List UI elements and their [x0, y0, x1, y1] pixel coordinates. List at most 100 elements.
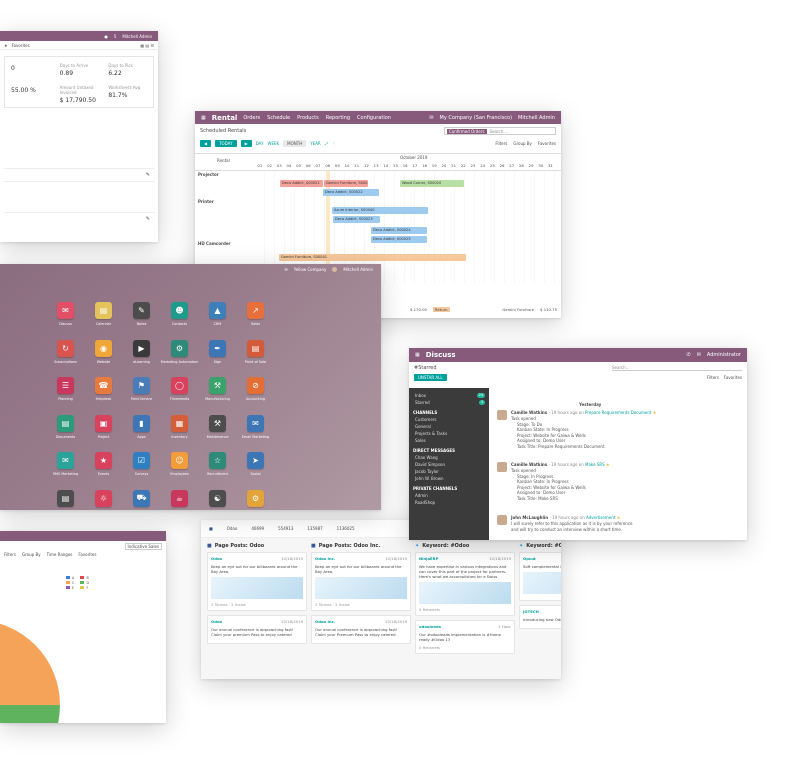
record-link[interactable]: Advertisement [586, 515, 615, 520]
app-timesheets[interactable]: ◯ Timesheets [170, 377, 189, 401]
events-icon[interactable]: ★ [95, 452, 112, 469]
sidebar-dm[interactable]: David Simpson [415, 462, 485, 467]
post-card[interactable]: JOTECH Introducing new Odoo... [519, 605, 561, 629]
legend-item[interactable]: C [66, 581, 74, 585]
menu-item[interactable]: Products [297, 115, 319, 121]
app-accounting[interactable]: ⊘ Accounting [246, 377, 265, 401]
kpi-card[interactable]: Worksheets Avg 81.7% [108, 85, 147, 104]
post-author[interactable]: Odoo Inc. [315, 619, 335, 624]
search-facet[interactable]: Confirmed Orders [447, 128, 487, 134]
message-author[interactable]: John McLaughlin [511, 515, 548, 520]
gantt-pill[interactable]: Deco Addict, S00021 [280, 180, 323, 187]
sidebar-channel[interactable]: Projects & Tasks [415, 431, 485, 436]
apps-menu-icon[interactable]: ▦ [415, 352, 420, 358]
kpi-card[interactable]: 55.00 % [11, 85, 50, 104]
maintenance-icon[interactable]: ⚒ [209, 414, 226, 432]
fleet-icon[interactable]: ⛟ [133, 489, 150, 507]
star-icon[interactable]: ★ [606, 462, 610, 467]
app-sms-marketing[interactable]: ✉ SMS Marketing [53, 452, 78, 476]
group-row-camcorder[interactable]: HD Camcorder [198, 241, 231, 246]
elearning-icon[interactable]: ▶ [133, 339, 150, 357]
surveys-icon[interactable]: ☑ [133, 452, 150, 469]
post-author[interactable]: Odoo [211, 619, 222, 624]
app-point-of-sale[interactable]: ▤ Point of Sale [245, 339, 266, 364]
sales-icon[interactable]: ↗ [247, 302, 264, 319]
app-events[interactable]: ★ Events [94, 452, 113, 476]
app-social[interactable]: ➤ Social [246, 452, 265, 476]
post-author[interactable]: JOTECH [523, 609, 539, 614]
user-menu[interactable]: Mitchell Admin [343, 267, 373, 272]
edit-icon[interactable]: ✎ [146, 172, 150, 178]
today-button[interactable]: TODAY [215, 139, 237, 147]
app-marketing-automation[interactable]: ⚙ Marketing Automation [161, 339, 198, 364]
field-service-icon[interactable]: ⚑ [133, 377, 150, 394]
sidebar-private[interactable]: Admin [415, 493, 485, 498]
post-card[interactable]: Odoo Inc. 10/18/2019 Keep an eye out for o… [311, 552, 411, 611]
app-email-marketing[interactable]: ✉ Email Marketing [242, 414, 269, 439]
post-card[interactable]: Opcut Soft complemental @THEMCASE... [519, 552, 561, 601]
planning-icon[interactable]: ☰ [57, 377, 74, 394]
next-button[interactable]: ▶ [240, 139, 252, 147]
helpdesk-icon[interactable]: ☎ [95, 377, 112, 394]
leaves-icon[interactable]: ☼ [95, 489, 112, 507]
company-switcher[interactable]: My Company (San Francisco) [440, 115, 513, 121]
sidebar-private[interactable]: RoadShop [415, 500, 485, 505]
expenses-icon[interactable]: ▤ [57, 489, 74, 507]
app-discuss[interactable]: ✉ Discuss [56, 302, 75, 326]
post-author[interactable]: Opcut [523, 556, 536, 561]
star-icon[interactable]: ★ [617, 515, 621, 520]
filter-button[interactable]: Favorites [78, 552, 96, 557]
pos-icon[interactable]: ▤ [247, 339, 264, 357]
filter-button[interactable]: Favorites [538, 141, 556, 146]
social-icon[interactable]: ➤ [247, 452, 264, 469]
post-author[interactable]: NinjaERP [419, 556, 438, 561]
app-notes[interactable]: ✎ Notes [132, 302, 151, 326]
record-link[interactable]: Make SRS [585, 462, 605, 467]
sidebar-dm[interactable]: Chao Wang [415, 455, 485, 460]
scale-button[interactable]: MONTH [283, 139, 307, 147]
user-menu[interactable]: Mitchell Admin [518, 115, 555, 121]
apps-icon[interactable]: ▮ [133, 414, 150, 432]
gantt-pill[interactable]: Deco Addict, S00024 [371, 227, 427, 234]
lunch-icon[interactable]: ☕ [171, 489, 188, 507]
group-row-projector[interactable]: Projector [198, 172, 219, 177]
expand-icon[interactable]: ⤢ [325, 141, 328, 146]
scale-button[interactable]: YEAR [310, 141, 321, 146]
search-box[interactable]: Confirmed Orders Search... [444, 127, 556, 135]
inventory-icon[interactable]: ▦ [171, 414, 188, 432]
employees-icon[interactable]: ☺ [171, 452, 188, 469]
post-card[interactable]: odooleads 1 Hour Our #odooleads implementa… [415, 620, 515, 654]
group-row-printer[interactable]: Printer [198, 199, 214, 204]
search-input[interactable]: Search... [612, 365, 742, 371]
accounting-icon[interactable]: ⊘ [247, 377, 264, 394]
gantt-pill[interactable]: Gemini Furniture, S00041 [279, 254, 466, 261]
message-author[interactable]: Camille Watkins [511, 410, 547, 415]
settings-icon[interactable]: ⚙ [247, 489, 264, 507]
sidebar-dm[interactable]: Jacob Taylor [415, 469, 485, 474]
chat-icon[interactable]: ✉ [284, 267, 287, 272]
legend-item[interactable]: E [66, 586, 74, 590]
gantt-pill[interactable]: Deco Addict, S00023 [333, 216, 380, 223]
filter-button[interactable]: Group By [22, 552, 41, 557]
legend-item[interactable]: F [80, 586, 88, 590]
menu-item[interactable]: Configuration [357, 115, 391, 121]
app-project[interactable]: ▣ Project [94, 414, 113, 439]
chat-icon[interactable]: ✉ [697, 352, 701, 358]
website-icon[interactable]: ◉ [95, 339, 112, 357]
project-icon[interactable]: ▣ [95, 414, 112, 432]
sidebar-channel[interactable]: General [415, 424, 485, 429]
company-switcher[interactable]: Yellow Company [294, 267, 327, 272]
chat-icon[interactable]: ✉ [429, 115, 433, 121]
app-surveys[interactable]: ☑ Surveys [132, 452, 151, 476]
legend-item[interactable]: B [80, 576, 89, 580]
legend-item[interactable]: A [66, 576, 74, 580]
legend-item[interactable]: D [80, 581, 89, 585]
filter-button[interactable]: Filters [707, 375, 719, 380]
app-field-service[interactable]: ⚑ Field Service [131, 377, 152, 401]
post-card[interactable]: Odoo Inc. 10/18/2019 Our annual conference… [311, 615, 411, 644]
user-menu[interactable]: Administrator [707, 352, 741, 358]
app-contacts[interactable]: ☻ Contacts [170, 302, 189, 326]
gantt-pill[interactable]: Gemini Furniture, S00019 [324, 180, 368, 187]
filter-button[interactable]: Favorites [724, 375, 742, 380]
sidebar-channel[interactable]: Sales [415, 438, 485, 443]
